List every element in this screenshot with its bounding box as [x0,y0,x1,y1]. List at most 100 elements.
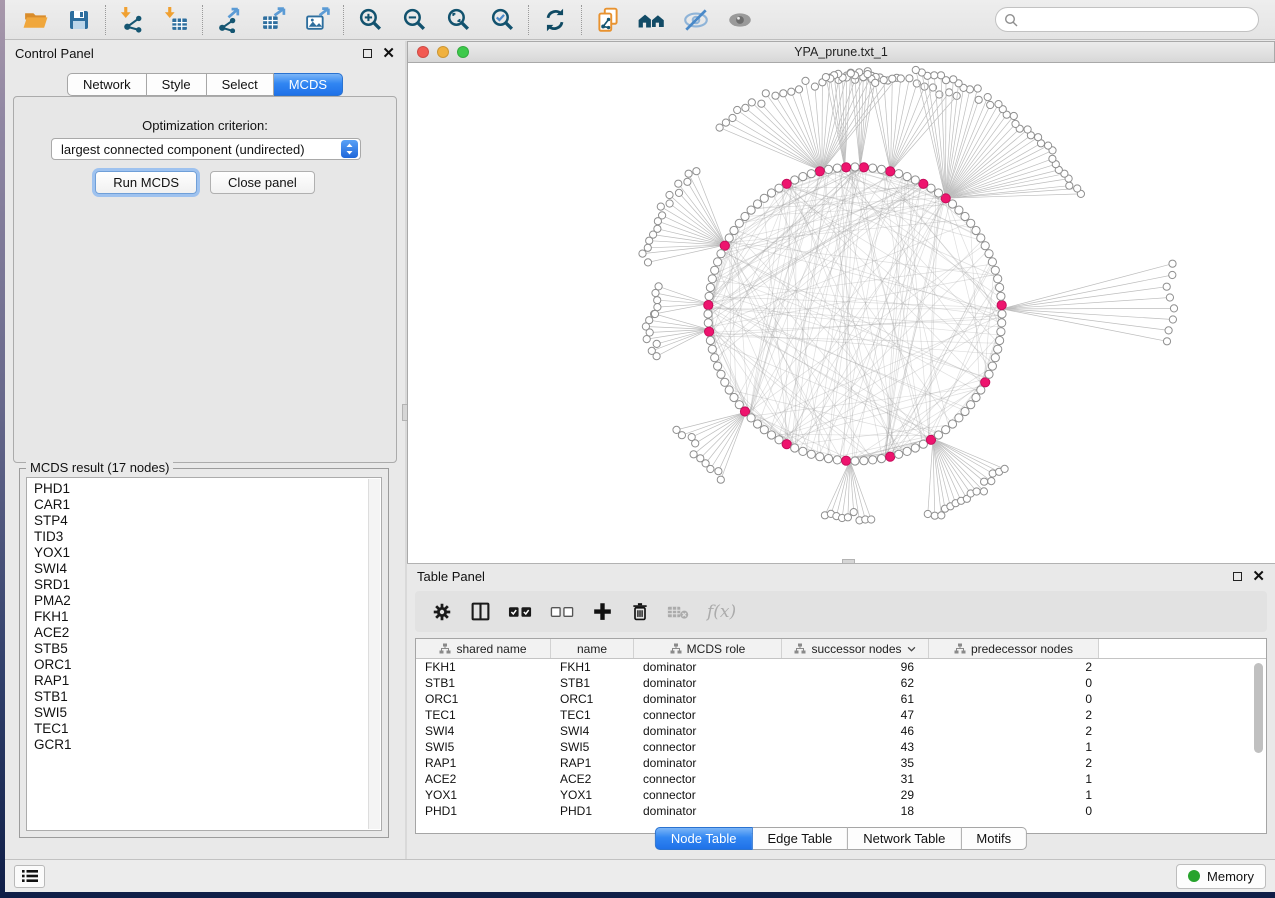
table-row[interactable]: RAP1RAP1dominator352 [416,755,1266,771]
network-graph[interactable] [408,63,1274,563]
export-table-button[interactable] [251,3,295,37]
float-table-panel-icon[interactable] [1233,572,1242,581]
column-header-predecessor-nodes[interactable]: predecessor nodes [929,639,1099,658]
criterion-dropdown[interactable]: largest connected component (undirected) [51,138,361,160]
table-cell: 62 [782,676,929,690]
table-cell: STB1 [551,676,634,690]
table-scrollbar[interactable] [1253,661,1264,831]
horizontal-splitter-handle[interactable] [842,559,855,563]
column-header-shared-name[interactable]: shared name [416,639,551,658]
checked-boxes-icon [508,605,533,619]
result-node[interactable]: PHD1 [34,481,381,497]
table-row[interactable]: PHD1PHD1dominator180 [416,803,1266,819]
add-column-button[interactable] [592,601,613,622]
result-node[interactable]: FKH1 [34,609,381,625]
result-node[interactable]: SRD1 [34,577,381,593]
unchecked-boxes-icon [550,605,575,619]
tab-mcds[interactable]: MCDS [274,73,343,96]
column-header-label: shared name [456,642,526,656]
table-tab-network-table[interactable]: Network Table [848,827,961,850]
task-history-button[interactable] [14,865,45,888]
memory-button[interactable]: Memory [1176,864,1266,889]
table-row[interactable]: FKH1FKH1dominator962 [416,659,1266,675]
table-cell: ACE2 [416,772,551,786]
close-table-panel-icon[interactable]: ✕ [1252,569,1265,584]
window-zoom-icon[interactable] [457,46,469,58]
zoom-selected-button[interactable] [480,3,524,37]
table-cell: 1 [929,772,1099,786]
column-header-label: predecessor nodes [971,642,1073,656]
import-table-button[interactable] [154,3,198,37]
hide-selected-button[interactable] [674,3,718,37]
table-row[interactable]: STB1STB1dominator620 [416,675,1266,691]
result-node[interactable]: SWI5 [34,705,381,721]
toolbar-separator [528,5,529,35]
column-header-mcds-role[interactable]: MCDS role [634,639,782,658]
show-eye-icon [726,6,754,34]
table-tab-edge-table[interactable]: Edge Table [752,827,848,850]
column-header-name[interactable]: name [551,639,634,658]
window-minimize-icon[interactable] [437,46,449,58]
run-mcds-button[interactable]: Run MCDS [95,171,197,194]
result-node[interactable]: PMA2 [34,593,381,609]
table-tab-motifs[interactable]: Motifs [961,827,1027,850]
tab-select[interactable]: Select [207,73,274,96]
result-node[interactable]: GCR1 [34,737,381,753]
table-tab-node-table[interactable]: Node Table [655,827,753,850]
tab-style[interactable]: Style [147,73,207,96]
table-row[interactable]: ORC1ORC1dominator610 [416,691,1266,707]
first-neighbors-button[interactable] [630,3,674,37]
show-all-button[interactable] [718,3,762,37]
result-node[interactable]: STB5 [34,641,381,657]
show-columns-button[interactable] [470,601,491,622]
close-panel-button[interactable]: Close panel [210,171,315,194]
search-box[interactable] [995,7,1259,32]
table-cell: 46 [782,724,929,738]
result-node[interactable]: STB1 [34,689,381,705]
export-image-button[interactable] [295,3,339,37]
select-all-button[interactable] [508,605,533,619]
tab-network[interactable]: Network [67,73,147,96]
table-row[interactable]: TEC1TEC1connector472 [416,707,1266,723]
window-close-icon[interactable] [417,46,429,58]
zoom-in-button[interactable] [348,3,392,37]
table-scrollbar-thumb[interactable] [1254,663,1263,753]
table-row[interactable]: SWI5SWI5connector431 [416,739,1266,755]
result-node[interactable]: ACE2 [34,625,381,641]
table-cell: connector [634,788,782,802]
mcds-result-list[interactable]: PHD1CAR1STP4TID3YOX1SWI4SRD1PMA2FKH1ACE2… [26,477,382,831]
network-window-titlebar[interactable]: YPA_prune.txt_1 [407,41,1275,63]
table-row[interactable]: ACE2ACE2connector311 [416,771,1266,787]
result-list-scrollbar[interactable] [368,479,380,829]
cytoscape-window: Control Panel ✕ NetworkStyleSelectMCDS O… [5,0,1275,892]
zoom-out-button[interactable] [392,3,436,37]
export-network-button[interactable] [207,3,251,37]
table-settings-button[interactable] [431,601,453,623]
open-file-button[interactable] [13,3,57,37]
table-cell: 43 [782,740,929,754]
result-node[interactable]: TID3 [34,529,381,545]
import-network-button[interactable] [110,3,154,37]
result-node[interactable]: YOX1 [34,545,381,561]
result-node[interactable]: ORC1 [34,657,381,673]
network-canvas[interactable] [407,63,1275,563]
search-input[interactable] [1023,12,1250,27]
table-row[interactable]: YOX1YOX1connector291 [416,787,1266,803]
node-table[interactable]: shared name nameMCDS rolesuccessor nodes p… [415,638,1267,834]
result-node[interactable]: CAR1 [34,497,381,513]
table-row[interactable]: SWI4SWI4dominator462 [416,723,1266,739]
zoom-fit-button[interactable] [436,3,480,37]
result-node[interactable]: STP4 [34,513,381,529]
close-panel-icon[interactable]: ✕ [382,46,395,61]
memory-button-label: Memory [1207,869,1254,884]
column-header-successor-nodes[interactable]: successor nodes [782,639,929,658]
result-node[interactable]: TEC1 [34,721,381,737]
save-session-button[interactable] [57,3,101,37]
deselect-all-button[interactable] [550,605,575,619]
new-network-from-selection-button[interactable] [586,3,630,37]
delete-button[interactable] [630,601,650,622]
refresh-layout-button[interactable] [533,3,577,37]
result-node[interactable]: RAP1 [34,673,381,689]
float-panel-icon[interactable] [363,49,372,58]
result-node[interactable]: SWI4 [34,561,381,577]
